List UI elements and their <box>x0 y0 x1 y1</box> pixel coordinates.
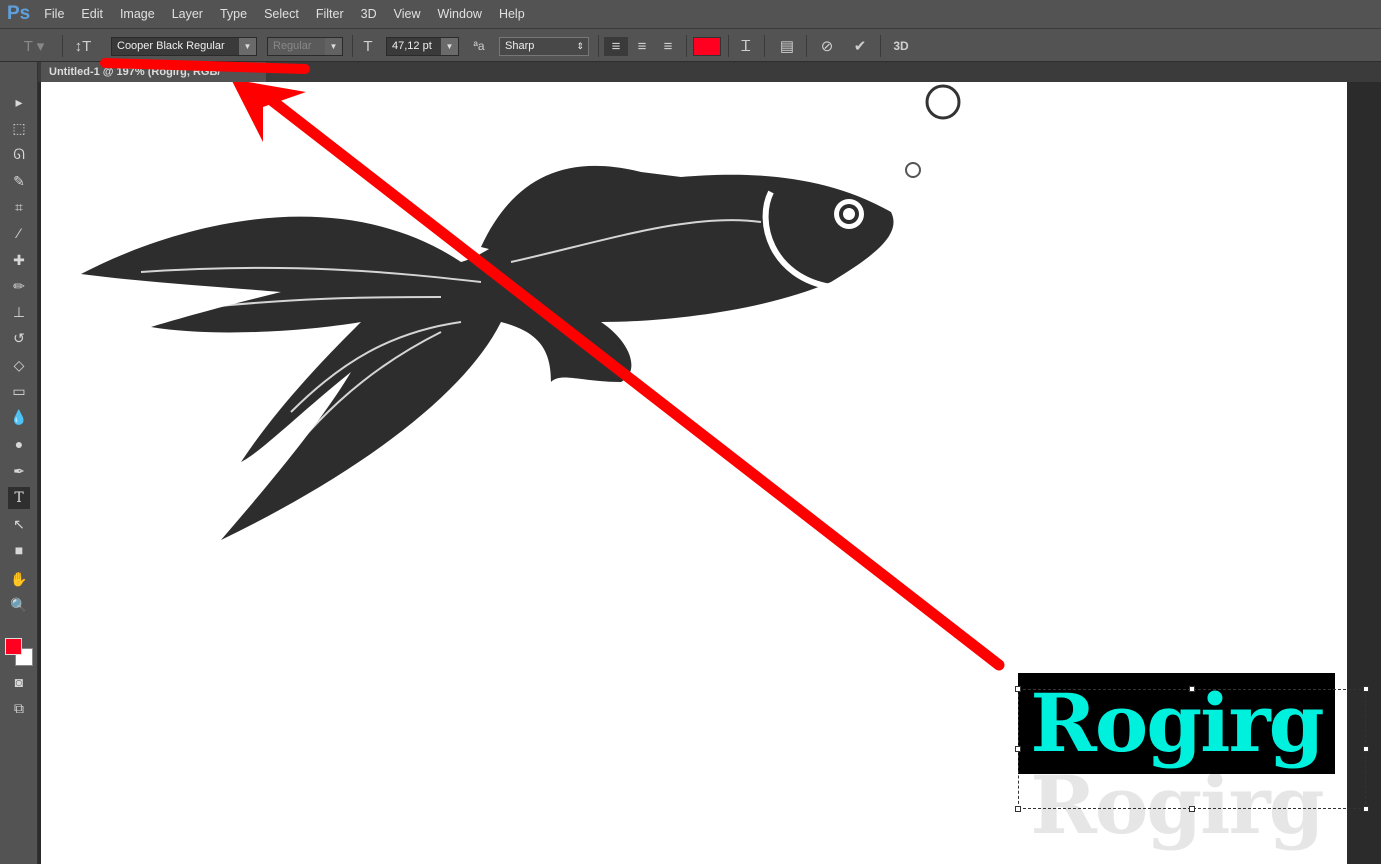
screen-mode-icon[interactable]: ⧉ <box>8 697 30 719</box>
text-color-swatch[interactable] <box>693 37 721 56</box>
menu-help[interactable]: Help <box>499 7 525 21</box>
type-tool-icon[interactable]: T <box>8 487 30 509</box>
antialias-icon: ªa <box>473 39 485 53</box>
antialias-select[interactable]: Sharp ⇕ <box>499 37 589 56</box>
menu-view[interactable]: View <box>394 7 421 21</box>
chevron-down-icon: ▼ <box>239 38 256 55</box>
photoshop-logo: Ps <box>7 3 31 24</box>
font-size-input[interactable]: 47,12 pt ▼ <box>386 37 459 56</box>
eraser-tool-icon[interactable]: ◇ <box>8 354 30 376</box>
menu-window[interactable]: Window <box>437 7 481 21</box>
healing-brush-tool-icon[interactable]: ✚ <box>8 249 30 271</box>
transform-handle[interactable] <box>1189 686 1195 692</box>
chevron-down-icon: ▼ <box>325 38 342 55</box>
align-right-button[interactable]: ≡ <box>656 37 680 56</box>
menu-image[interactable]: Image <box>120 7 155 21</box>
font-style-value: Regular <box>273 40 312 52</box>
quick-mask-icon[interactable]: ◙ <box>8 671 30 693</box>
font-family-value: Cooper Black Regular <box>117 40 225 52</box>
font-family-select[interactable]: Cooper Black Regular ▼ <box>111 37 257 56</box>
menu-type[interactable]: Type <box>220 7 247 21</box>
blur-tool-icon[interactable]: 💧 <box>8 406 30 428</box>
transform-handle[interactable] <box>1015 806 1021 812</box>
cancel-icon[interactable]: ⊘ <box>817 37 837 56</box>
menu-bar: Ps File Edit Image Layer Type Select Fil… <box>0 0 1381 28</box>
crop-tool-icon[interactable]: ⌗ <box>8 196 30 218</box>
eyedropper-tool-icon[interactable]: ⁄ <box>8 222 30 244</box>
menu-edit[interactable]: Edit <box>81 7 103 21</box>
menu-3d[interactable]: 3D <box>361 7 377 21</box>
rectangle-tool-icon[interactable]: ■ <box>8 539 30 561</box>
pen-tool-icon[interactable]: ✒ <box>8 460 30 482</box>
font-size-icon: T <box>363 38 373 55</box>
updown-icon: ⇕ <box>576 41 584 51</box>
menu-filter[interactable]: Filter <box>316 7 344 21</box>
transform-handle[interactable] <box>1015 746 1021 752</box>
font-style-select[interactable]: Regular ▼ <box>267 37 343 56</box>
marquee-tool-icon[interactable]: ⬚ <box>8 117 30 139</box>
toggle-orientation-icon[interactable]: ↕T <box>72 37 94 56</box>
warp-text-icon[interactable]: Ꮖ <box>736 37 756 56</box>
history-brush-tool-icon[interactable]: ↺ <box>8 327 30 349</box>
transform-handle[interactable] <box>1363 686 1369 692</box>
brush-tool-icon[interactable]: ✏ <box>8 275 30 297</box>
transform-handle[interactable] <box>1189 806 1195 812</box>
chevron-down-icon: ▼ <box>441 38 458 55</box>
zoom-tool-icon[interactable]: 🔍 <box>8 594 30 616</box>
menu-select[interactable]: Select <box>264 7 299 21</box>
menu-layer[interactable]: Layer <box>172 7 203 21</box>
transform-handle[interactable] <box>1015 686 1021 692</box>
tools-panel: ▸ ⬚ ᘏ ✎ ⌗ ⁄ ✚ ✏ ⊥ ↺ ◇ ▭ 💧 ● ✒ T ↖ ■ ✋ 🔍 … <box>0 62 38 864</box>
character-panel-icon[interactable]: ▤ <box>777 37 797 56</box>
type-tool-preset-icon[interactable]: T ▾ <box>22 37 46 56</box>
arrow-line <box>255 86 1005 671</box>
transform-handle[interactable] <box>1363 746 1369 752</box>
red-annotation-underline <box>100 58 310 74</box>
align-left-button[interactable]: ≡ <box>604 37 628 56</box>
quick-select-tool-icon[interactable]: ✎ <box>8 170 30 192</box>
text-bounding-box[interactable] <box>1015 686 1369 812</box>
hand-tool-icon[interactable]: ✋ <box>8 568 30 590</box>
transform-handle[interactable] <box>1363 806 1369 812</box>
font-size-value: 47,12 pt <box>392 40 432 52</box>
lasso-tool-icon[interactable]: ᘏ <box>8 143 30 165</box>
align-center-button[interactable]: ≡ <box>630 37 654 56</box>
foreground-color-swatch-front[interactable] <box>5 638 22 655</box>
path-select-tool-icon[interactable]: ↖ <box>8 513 30 535</box>
dodge-tool-icon[interactable]: ● <box>8 433 30 455</box>
move-tool-icon[interactable]: ▸ <box>8 91 30 113</box>
stamp-tool-icon[interactable]: ⊥ <box>8 301 30 323</box>
antialias-value: Sharp <box>505 40 535 52</box>
commit-check-icon[interactable]: ✔ <box>850 37 870 56</box>
menu-file[interactable]: File <box>44 7 64 21</box>
3d-button[interactable]: 3D <box>889 37 913 56</box>
gradient-tool-icon[interactable]: ▭ <box>8 380 30 402</box>
